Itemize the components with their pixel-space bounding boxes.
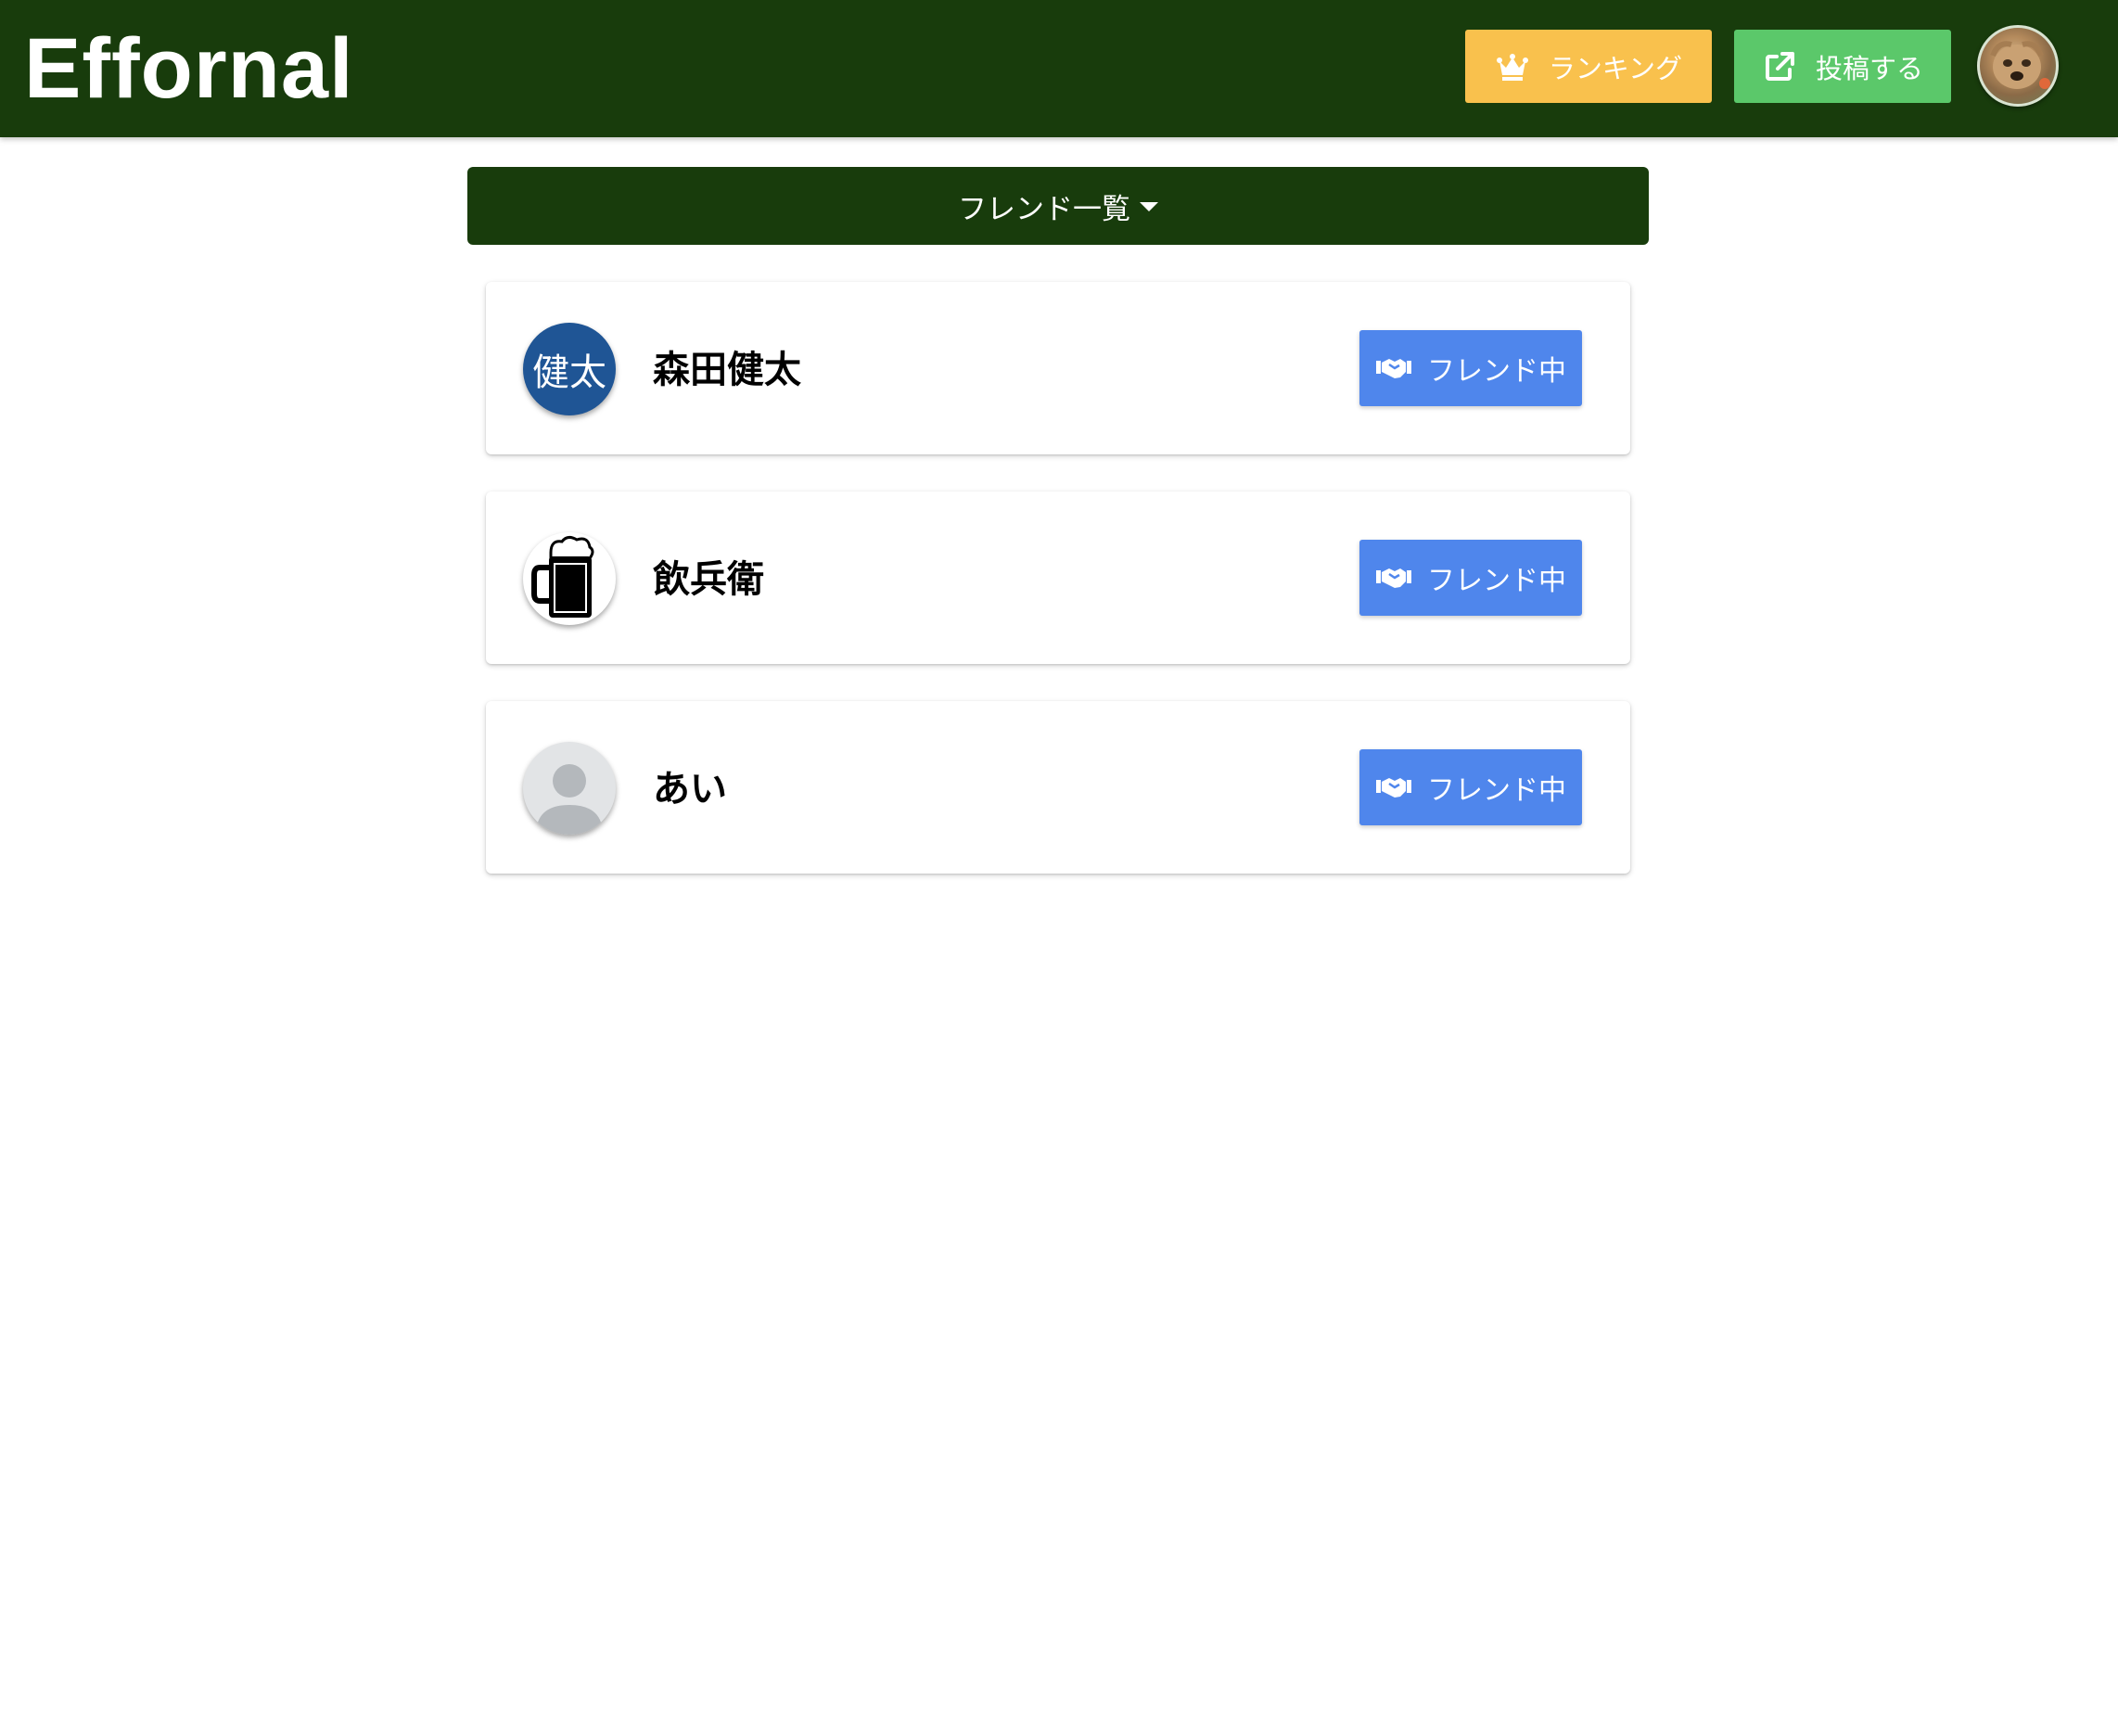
friend-status-label: フレンド中 [1427, 774, 1566, 807]
friend-card: 健太 森田健太 フレンド中 [486, 282, 1630, 454]
friend-status-label: フレンド中 [1427, 565, 1566, 597]
friend-status-label: フレンド中 [1427, 355, 1566, 388]
friend-status-button[interactable]: フレンド中 [1359, 540, 1582, 616]
ranking-button[interactable]: ランキング [1465, 30, 1712, 103]
top-navbar: Effornal ランキング 投稿する [0, 0, 2118, 137]
ranking-label: ランキング [1548, 52, 1683, 84]
friend-status-button[interactable]: フレンド中 [1359, 330, 1582, 406]
default-user-icon [536, 764, 603, 835]
external-link-icon [1762, 49, 1797, 84]
handshake-icon [1375, 774, 1412, 800]
handshake-icon [1375, 565, 1412, 591]
friend-status-button[interactable]: フレンド中 [1359, 749, 1582, 825]
friend-name[interactable]: 飲兵衛 [653, 549, 764, 610]
post-label: 投稿する [1815, 52, 1923, 84]
crown-icon [1495, 49, 1530, 84]
handshake-icon [1375, 355, 1412, 381]
friend-name[interactable]: あい [653, 759, 727, 820]
avatar-initials: 健太 [532, 351, 606, 394]
beer-mug-icon [531, 535, 594, 618]
friend-list-dropdown[interactable]: フレンド一覧 [467, 167, 1649, 245]
friend-avatar[interactable] [523, 742, 616, 835]
friend-avatar[interactable] [523, 532, 616, 625]
friend-card: 飲兵衛 フレンド中 [486, 491, 1630, 664]
user-avatar[interactable] [1977, 25, 2059, 107]
brand-logo[interactable]: Effornal [24, 13, 354, 124]
friend-card: あい フレンド中 [486, 701, 1630, 874]
friend-avatar[interactable]: 健太 [523, 323, 616, 415]
post-button[interactable]: 投稿する [1734, 30, 1951, 103]
dropdown-label: フレンド一覧 [958, 192, 1130, 226]
caret-down-icon [1140, 202, 1158, 211]
friend-name[interactable]: 森田健太 [653, 339, 801, 401]
